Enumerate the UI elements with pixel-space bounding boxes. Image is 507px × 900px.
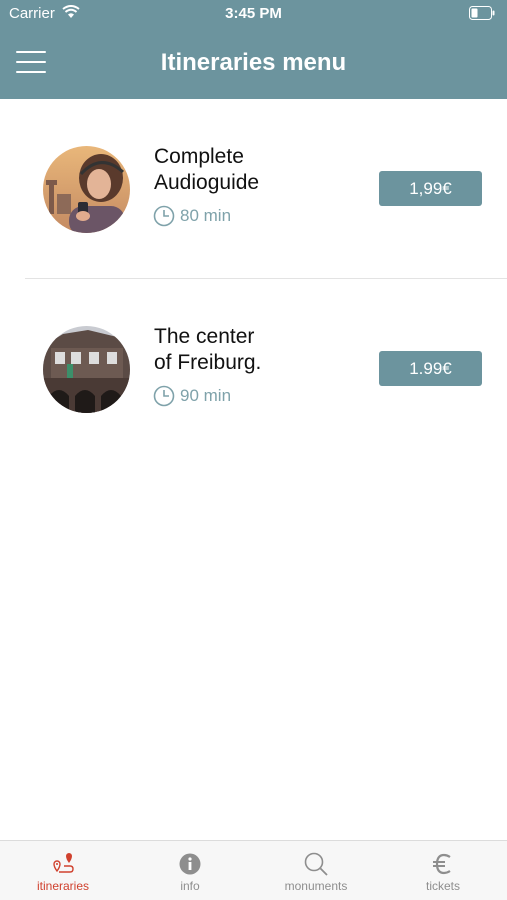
duration-text: 80 min: [180, 206, 232, 225]
buy-price-button[interactable]: 1.99€: [379, 351, 482, 386]
page-title: Itineraries menu: [160, 49, 347, 76]
status-bar: Carrier 3:45 PM: [0, 0, 507, 26]
battery-icon: [469, 6, 495, 20]
itinerary-thumbnail: [43, 326, 130, 413]
itinerary-duration: 80 min: [153, 205, 231, 227]
tab-label: info: [180, 879, 200, 893]
tab-bar: itineraries info monuments tickets: [0, 840, 507, 900]
itinerary-title: Complete Audioguide: [154, 145, 260, 194]
itinerary-item[interactable]: Complete Audioguide 80 min 1,99€: [0, 99, 507, 279]
status-time: 3:45 PM: [225, 5, 282, 22]
nav-header: Itineraries menu: [0, 26, 507, 99]
tab-label: monuments: [284, 879, 348, 893]
clock-icon: [153, 205, 175, 227]
search-icon: [304, 852, 328, 876]
tab-label: tickets: [425, 879, 460, 893]
itinerary-duration: 90 min: [153, 385, 231, 407]
info-icon: [179, 853, 201, 875]
itinerary-thumbnail: [43, 146, 130, 233]
itinerary-title: The center of Freiburg.: [154, 325, 262, 374]
route-pin-icon: [53, 853, 74, 873]
tab-info[interactable]: info: [127, 841, 253, 900]
tab-label: itineraries: [36, 879, 90, 893]
duration-text: 90 min: [180, 386, 232, 405]
tab-monuments[interactable]: monuments: [253, 841, 379, 900]
tab-itineraries[interactable]: itineraries: [0, 841, 126, 900]
buy-price-button[interactable]: 1,99€: [379, 171, 482, 206]
tab-tickets[interactable]: tickets: [380, 841, 506, 900]
clock-icon: [153, 385, 175, 407]
app-screen: Carrier 3:45 PM Itineraries menu Complet…: [0, 0, 507, 900]
euro-icon: [433, 853, 451, 875]
itinerary-item[interactable]: The center of Freiburg. 90 min 1.99€: [0, 279, 507, 459]
